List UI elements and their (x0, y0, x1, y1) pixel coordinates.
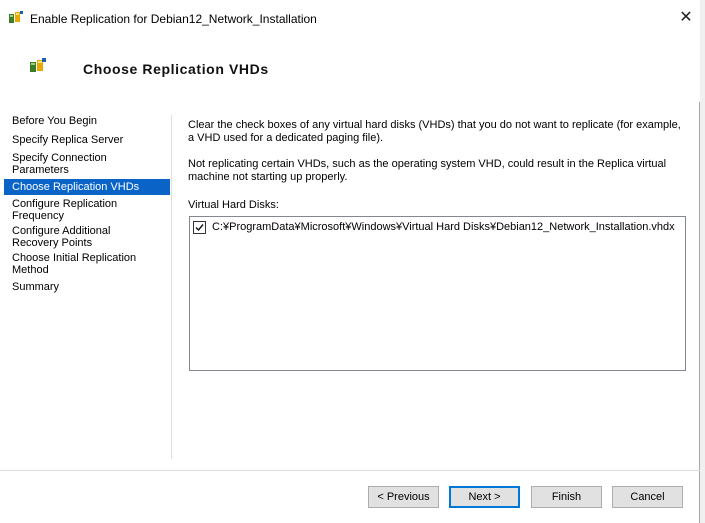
instruction-text: Clear the check boxes of any virtual har… (188, 119, 688, 145)
nav-item-label-line2: Recovery Points (12, 237, 93, 249)
wizard-window: Enable Replication for Debian12_Network_… (0, 0, 700, 523)
replication-icon (9, 11, 23, 25)
footer-divider (0, 470, 700, 471)
nav-item-specify-replica-server[interactable]: Specify Replica Server (4, 134, 170, 146)
background-edge (700, 0, 705, 523)
previous-button[interactable]: < Previous (368, 486, 439, 508)
vhd-list-label: Virtual Hard Disks: (188, 199, 279, 211)
page-title: Choose Replication VHDs (83, 61, 269, 77)
window-title: Enable Replication for Debian12_Network_… (30, 12, 317, 26)
instruction-line2: a VHD used for a dedicated paging file). (188, 132, 384, 144)
vhd-checkbox[interactable] (193, 220, 206, 234)
nav-item-specify-connection-parameters[interactable]: Specify Connection Parameters (4, 152, 170, 176)
nav-item-label-line2: Parameters (12, 164, 69, 176)
nav-item-label-line1: Configure Additional (12, 225, 111, 237)
checkmark-icon (195, 223, 204, 231)
wizard-nav: Before You Begin Specify Replica Server … (0, 102, 172, 461)
nav-item-configure-replication-frequency[interactable]: Configure Replication Frequency (4, 198, 170, 222)
nav-item-choose-replication-vhds[interactable]: Choose Replication VHDs (4, 179, 170, 195)
replication-icon (30, 58, 46, 74)
next-button[interactable]: Next > (449, 486, 520, 508)
nav-item-label-line2: Method (12, 264, 49, 276)
finish-button[interactable]: Finish (531, 486, 602, 508)
nav-item-summary[interactable]: Summary (4, 281, 170, 293)
close-button[interactable]: ✕ (672, 6, 700, 30)
instruction-line1: Clear the check boxes of any virtual har… (188, 119, 681, 131)
nav-item-label-line2: Frequency (12, 210, 64, 222)
nav-divider (171, 115, 172, 459)
nav-item-choose-initial-replication-method[interactable]: Choose Initial Replication Method (4, 252, 170, 276)
nav-item-label-line1: Choose Initial Replication (12, 252, 137, 264)
warning-text: Not replicating certain VHDs, such as th… (188, 158, 688, 184)
nav-item-before-you-begin[interactable]: Before You Begin (4, 115, 170, 127)
wizard-header: Choose Replication VHDs (0, 36, 700, 102)
cancel-button[interactable]: Cancel (612, 486, 683, 508)
vhd-list-item[interactable]: C:¥ProgramData¥Microsoft¥Windows¥Virtual… (192, 219, 675, 235)
vhd-listbox[interactable]: C:¥ProgramData¥Microsoft¥Windows¥Virtual… (189, 216, 686, 371)
warning-line2: machine not starting up properly. (188, 171, 348, 183)
nav-item-label-line1: Configure Replication (12, 198, 118, 210)
nav-item-label-line1: Specify Connection (12, 152, 107, 164)
warning-line1: Not replicating certain VHDs, such as th… (188, 158, 667, 170)
vhd-path: C:¥ProgramData¥Microsoft¥Windows¥Virtual… (212, 221, 675, 233)
title-bar: Enable Replication for Debian12_Network_… (0, 0, 700, 36)
nav-item-configure-additional-recovery-points[interactable]: Configure Additional Recovery Points (4, 225, 170, 249)
